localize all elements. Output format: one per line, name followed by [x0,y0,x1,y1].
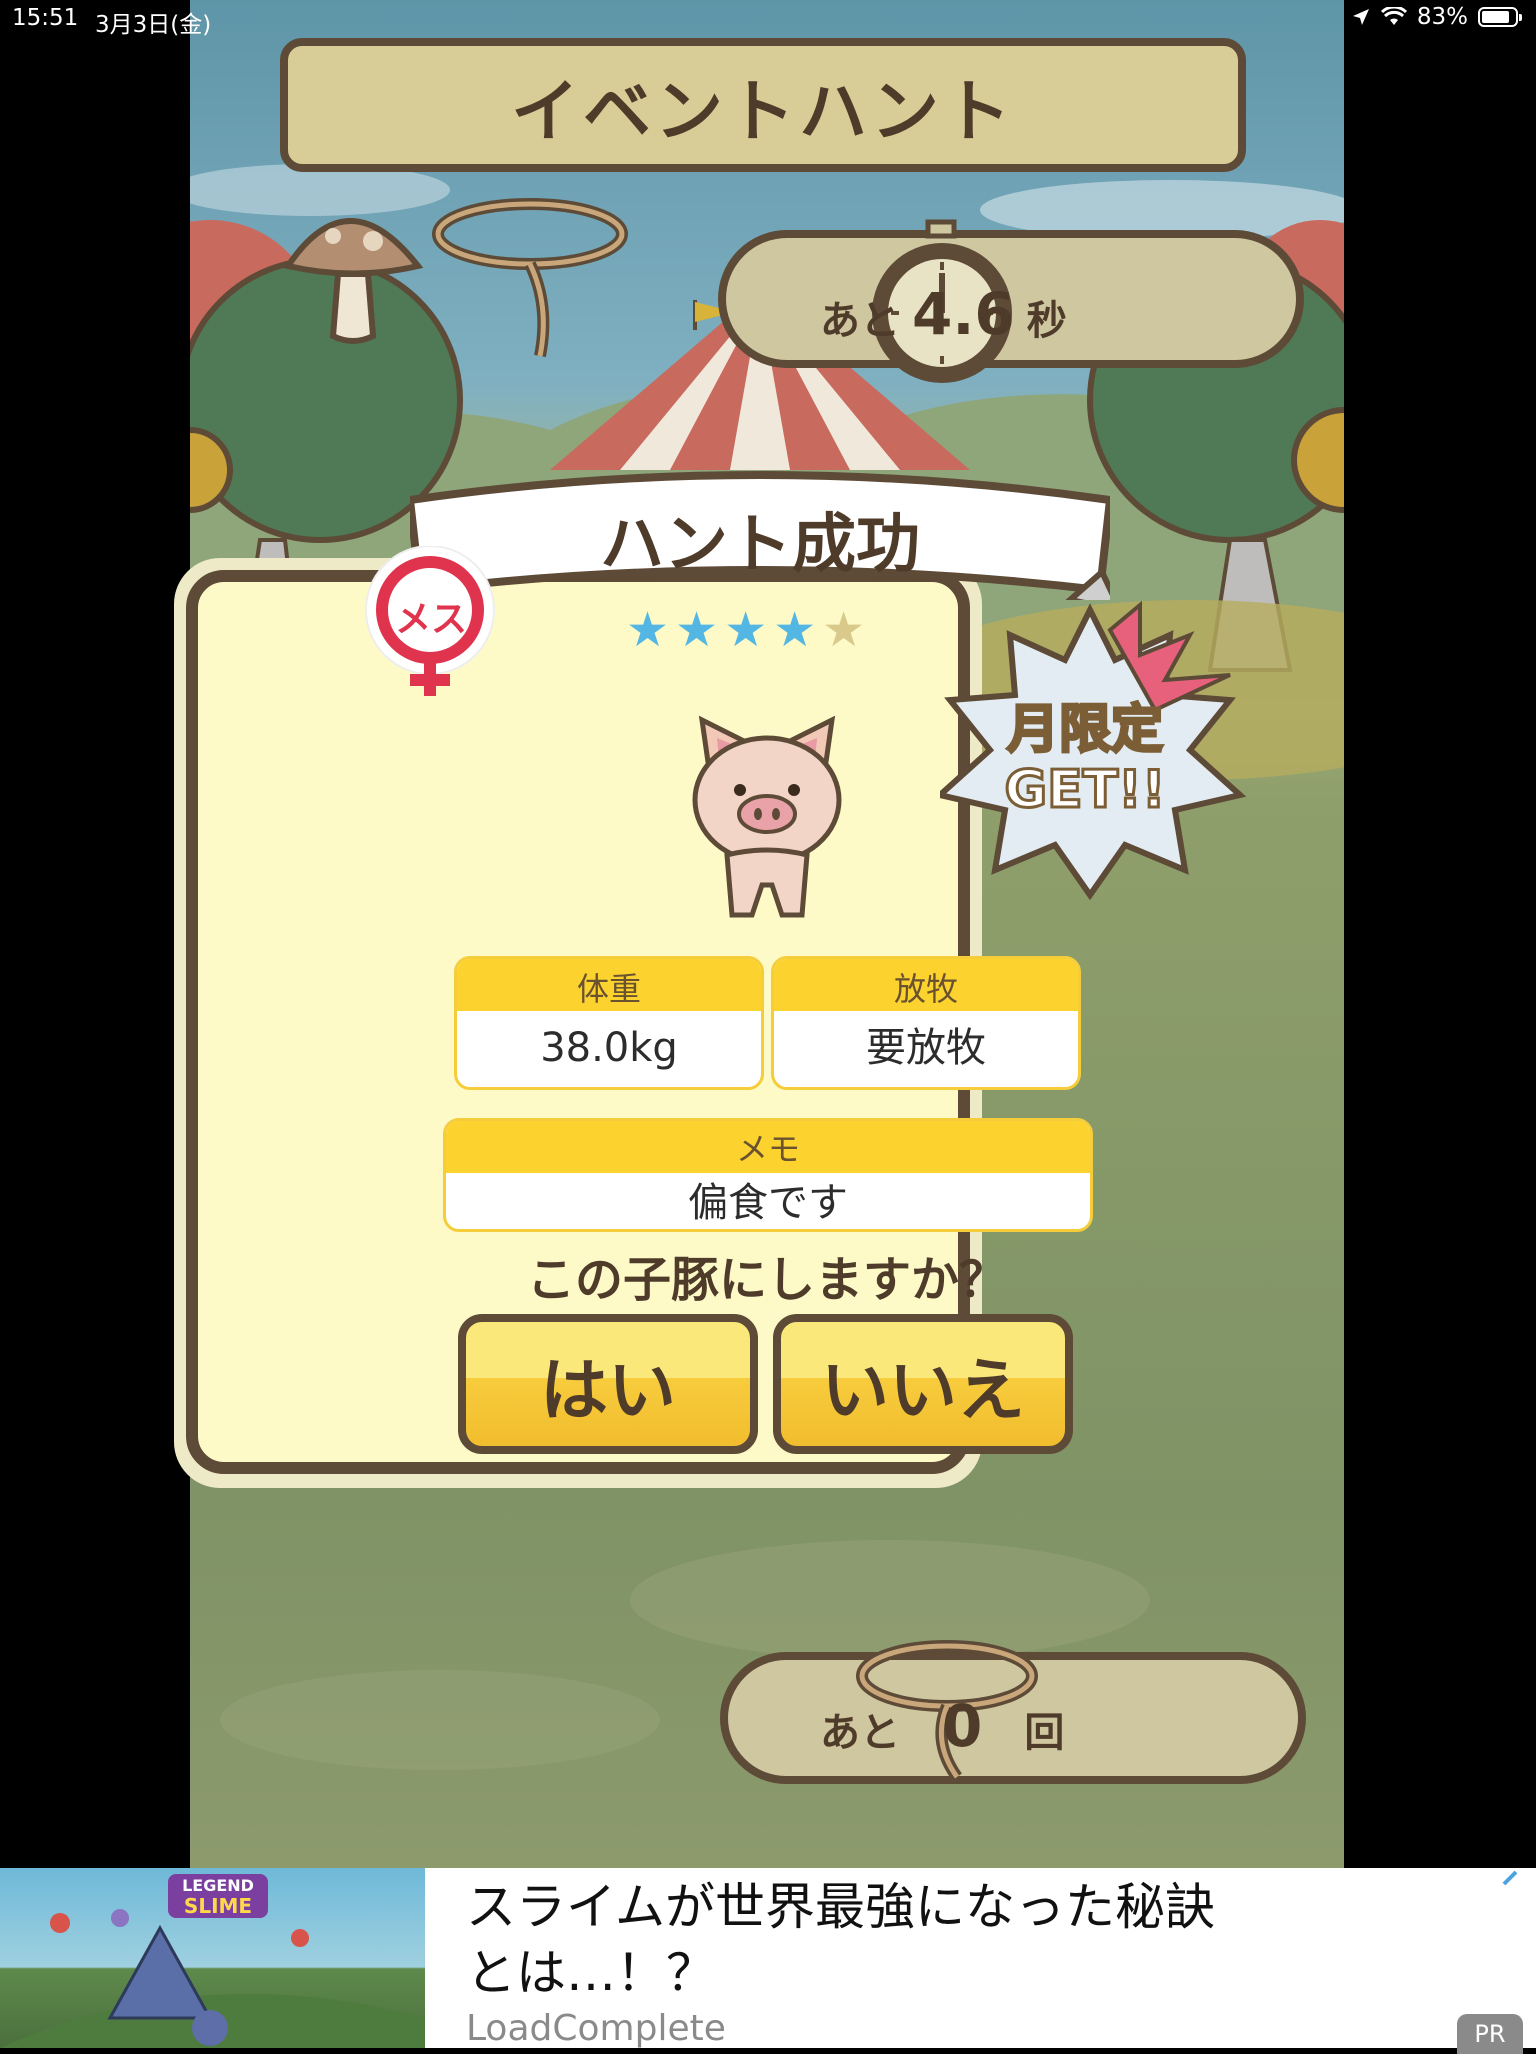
gender-label: メス [394,599,467,640]
battery-icon [1478,7,1522,27]
timer-value: 4.6 [912,280,1015,348]
star-filled-icon: ★ [626,602,670,658]
status-time: 15:51 [12,5,79,31]
ad-title[interactable]: スライムが世界最強になった秘訣 とは…！？ [466,1874,1366,2006]
grazing-label: 放牧 [774,959,1078,1011]
rarity-stars: ★ ★ ★ ★ ★ [626,602,865,658]
timer-readout: あと 4.6 秒 [820,280,1067,348]
attempts-unit: 回 [1024,1710,1065,1756]
burst-text: 月限定 GET!! [960,699,1210,822]
timer-prefix: あと [820,298,900,344]
burst-line1: 月限定 [1005,699,1164,762]
ad-logo-line2: SLIME [183,1894,253,1918]
memo-box: メモ 偏食です [443,1118,1093,1232]
ad-pr-badge: PR [1457,2014,1523,2054]
weight-box: 体重 38.0kg [454,956,764,1090]
status-date: 3月3日(金) [95,12,212,38]
battery-fill [1482,11,1509,23]
burst-line2: GET!! [1003,759,1167,822]
mushroom-icon [283,218,424,344]
weight-value: 38.0kg [540,1025,678,1071]
ad-thumbnail[interactable]: LEGEND SLIME [0,1868,425,2048]
star-filled-icon: ★ [675,602,719,658]
grazing-value: 要放牧 [866,1025,986,1071]
ad-title-line1: スライムが世界最強になった秘訣 [466,1878,1215,1936]
ad-banner[interactable]: LEGEND SLIME スライムが世界最強になった秘訣 とは…！？ LoadC… [0,1868,1536,2054]
status-bar: 15:51 3月3日(金) 83% [0,0,1536,40]
star-filled-icon: ★ [724,602,768,658]
star-filled-icon: ★ [773,602,817,658]
piglet-image [692,715,842,918]
attempts-prefix: あと [820,1710,900,1756]
location-arrow-icon [1352,9,1369,25]
ad-title-line2: とは…！？ [466,1944,716,2002]
star-empty-icon: ★ [822,602,866,658]
event-title-board: イベントハント [280,38,1246,172]
event-title: イベントハント [510,72,1015,152]
wifi-icon [1380,7,1407,25]
ad-info-icon[interactable] [1500,1868,1520,1888]
battery-percent: 83% [1416,4,1468,30]
grazing-box: 放牧 要放牧 [771,956,1081,1090]
yes-button[interactable]: はい [458,1314,758,1454]
ad-logo-line1: LEGEND [182,1876,254,1895]
ad-source: LoadComplete [466,2008,726,2049]
confirm-question: この子豚にしますか？ [526,1252,1007,1308]
timer-unit: 秒 [1026,298,1067,344]
memo-value: 偏食です [688,1180,848,1226]
result-heading: ハント成功 [600,508,920,582]
lasso-icon [432,198,628,358]
memo-label: メモ [446,1121,1090,1173]
no-button[interactable]: いいえ [773,1314,1073,1454]
ad-game-logo: LEGEND SLIME [168,1874,268,1918]
weight-label: 体重 [457,959,761,1011]
status-right: 83% [1351,4,1522,30]
attempts-readout: あと 0 回 [820,1692,1064,1760]
attempts-value: 0 [942,1692,983,1760]
